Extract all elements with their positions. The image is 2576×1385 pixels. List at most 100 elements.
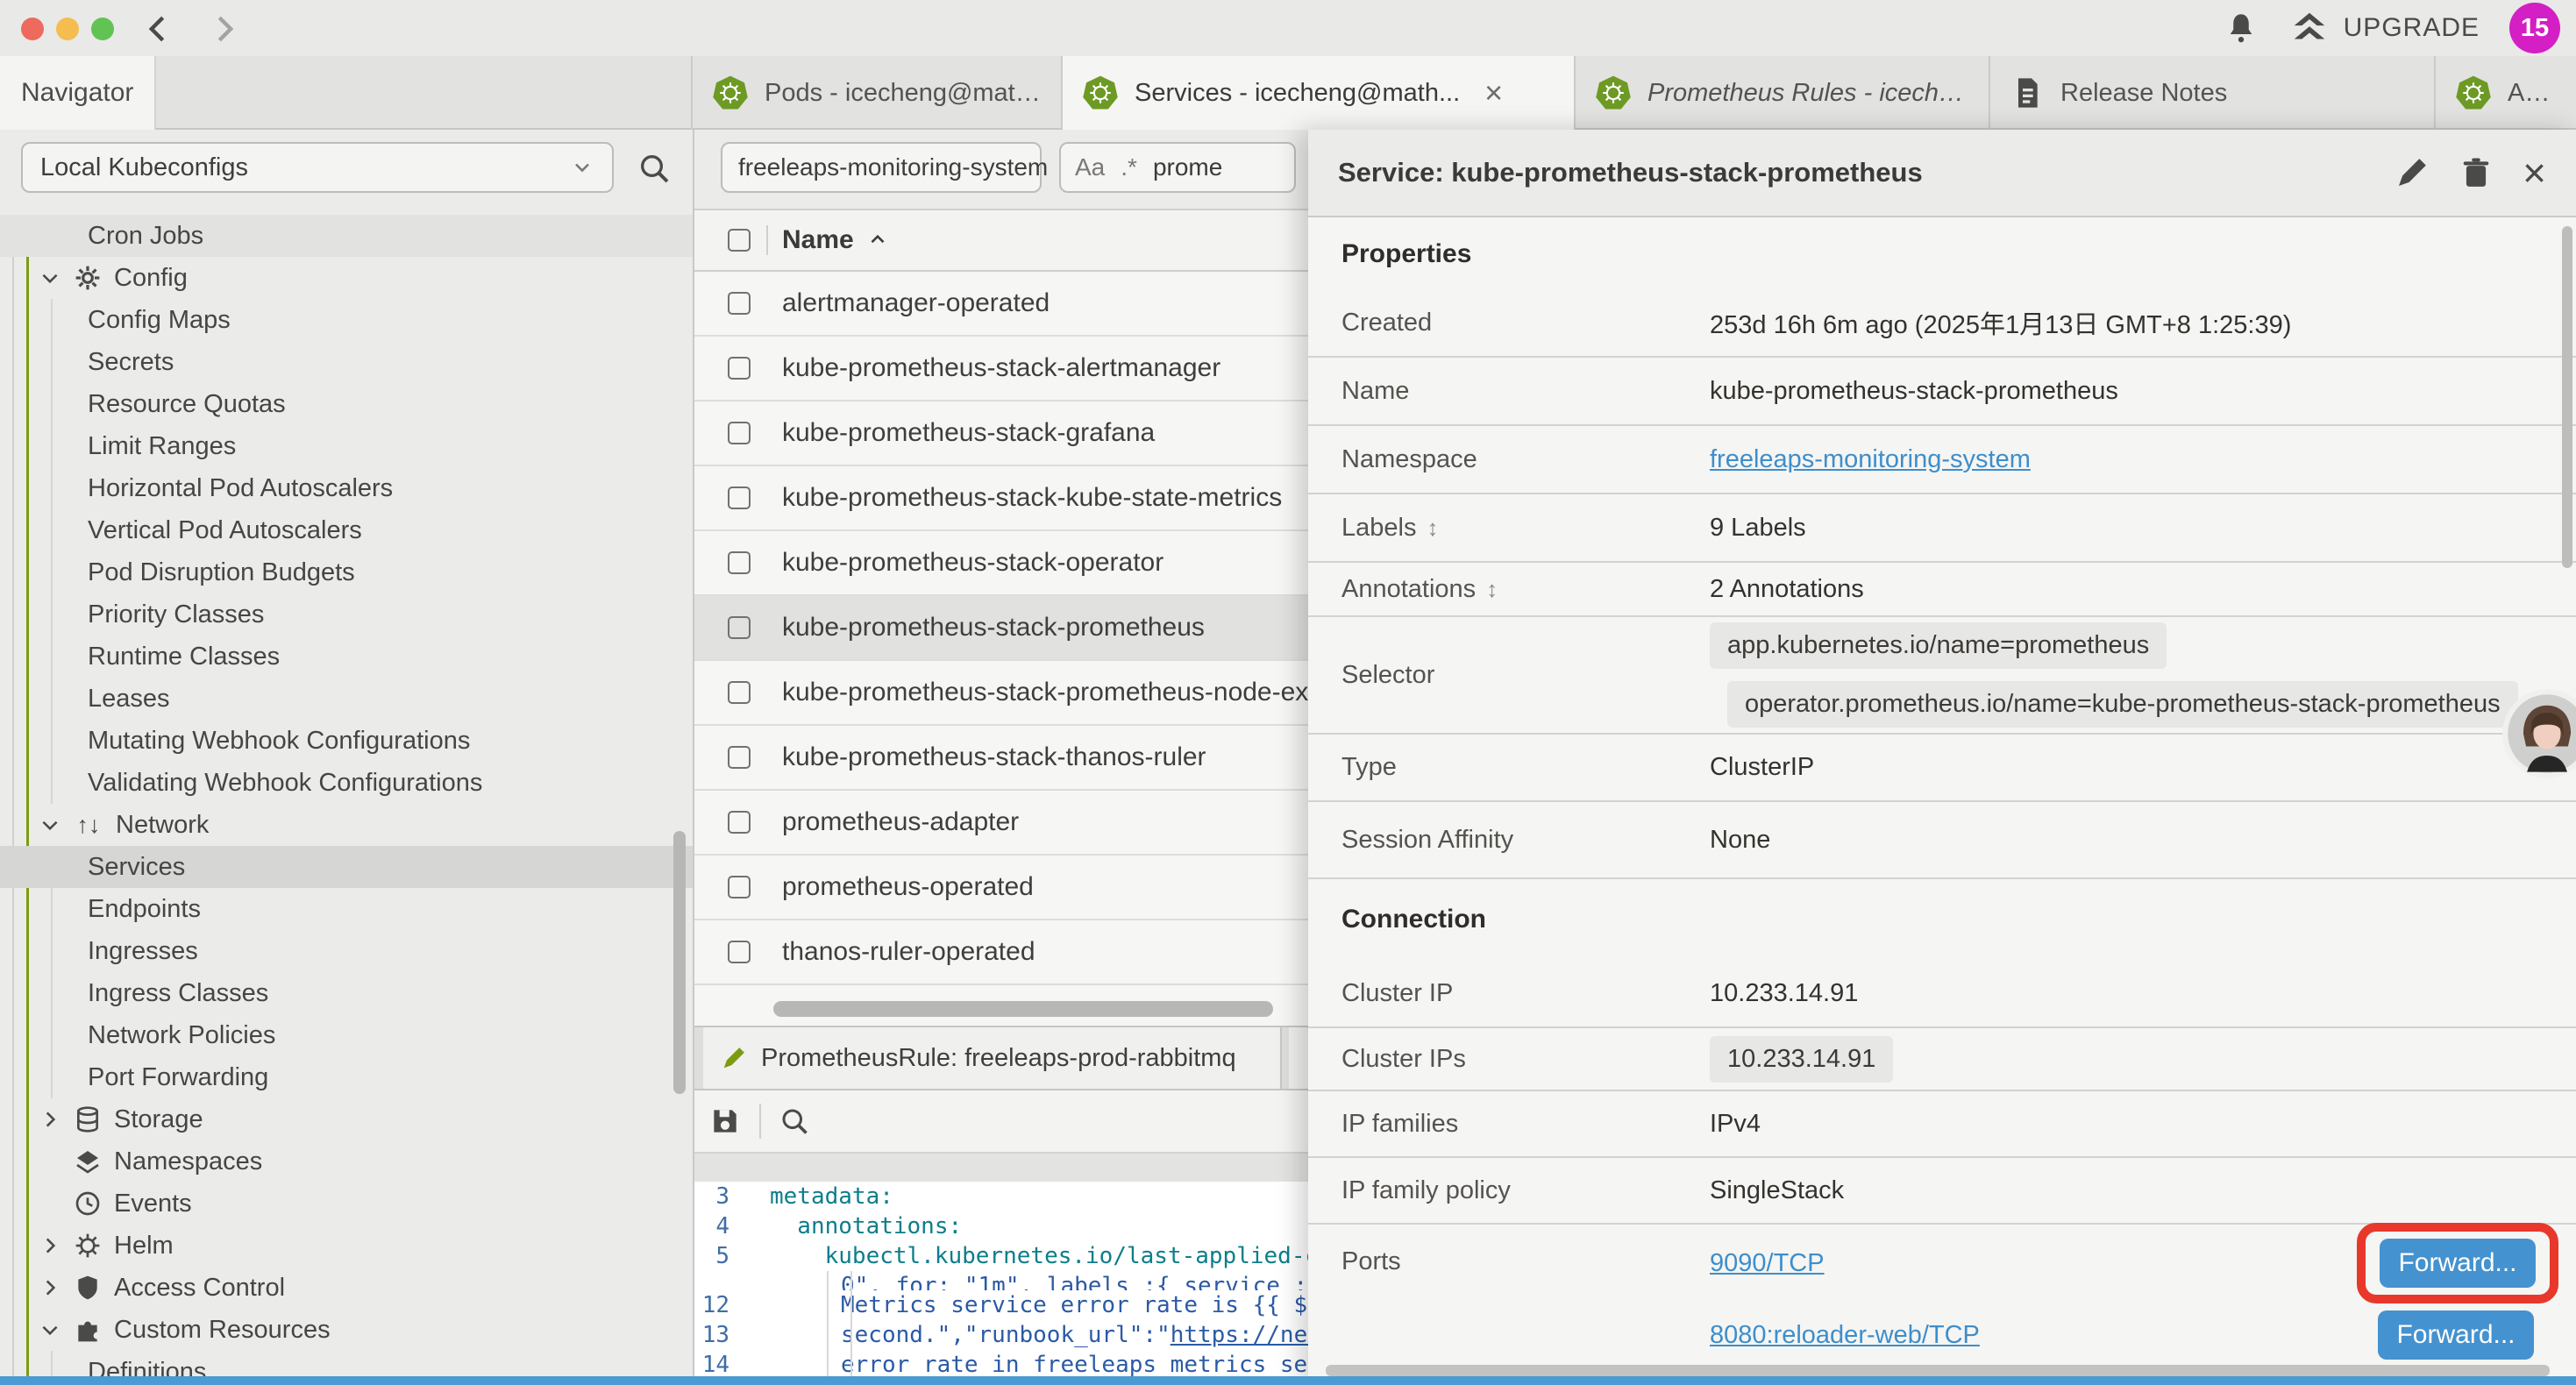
sidebar-scrollbar[interactable]	[673, 831, 686, 1094]
name-column-header[interactable]: Name	[782, 225, 854, 255]
port-9090-link[interactable]: 9090/TCP	[1710, 1249, 1825, 1278]
port-8080-link[interactable]: 8080:reloader-web/TCP	[1710, 1321, 1980, 1350]
sidebar-item-endpoints[interactable]: Endpoints	[0, 888, 693, 930]
user-avatar[interactable]	[2501, 688, 2576, 779]
table-row[interactable]: kube-prometheus-stack-thanos-ruler	[694, 726, 1308, 791]
kubeconfig-select[interactable]: Local Kubeconfigs	[21, 142, 614, 193]
code-line[interactable]: 4 annotations:	[694, 1211, 1308, 1241]
code-line-clipped[interactable]: 0", for: "1m", labels :{ service :	[694, 1271, 1308, 1290]
forward-port-button[interactable]: Forward...	[2380, 1239, 2536, 1288]
table-row[interactable]: alertmanager-operated	[694, 272, 1308, 337]
editor-tab-partial[interactable]	[1289, 1027, 1308, 1089]
sidebar-group-config[interactable]: Config	[0, 257, 693, 299]
sidebar-item-events[interactable]: Events	[0, 1183, 693, 1225]
close-tab-icon[interactable]: ×	[1484, 75, 1503, 111]
sidebar-item-ingresses[interactable]: Ingresses	[0, 930, 693, 972]
sidebar-group-helm[interactable]: Helm	[0, 1225, 693, 1267]
edit-pencil-icon[interactable]	[2395, 155, 2430, 190]
row-checkbox[interactable]	[728, 876, 751, 898]
table-row-selected[interactable]: kube-prometheus-stack-prometheus	[694, 596, 1308, 661]
runbook-url-link[interactable]: https://net	[1171, 1322, 1308, 1348]
sidebar-item-vertical-pod-autoscalers[interactable]: Vertical Pod Autoscalers	[0, 509, 693, 551]
sidebar-item-config-maps[interactable]: Config Maps	[0, 299, 693, 341]
row-checkbox[interactable]	[728, 422, 751, 444]
table-row[interactable]: prometheus-operated	[694, 856, 1308, 920]
sidebar-group-access-control[interactable]: Access Control	[0, 1267, 693, 1309]
sidebar-item-network-policies[interactable]: Network Policies	[0, 1014, 693, 1056]
table-row[interactable]: kube-prometheus-stack-kube-state-metrics	[694, 466, 1308, 531]
sidebar-item-priority-classes[interactable]: Priority Classes	[0, 593, 693, 636]
detail-horizontal-scrollbar[interactable]	[1326, 1365, 2550, 1376]
namespace-link[interactable]: freeleaps-monitoring-system	[1710, 445, 2031, 473]
table-row[interactable]: kube-prometheus-stack-grafana	[694, 401, 1308, 466]
sidebar-item-runtime-classes[interactable]: Runtime Classes	[0, 636, 693, 678]
sort-arrows-icon[interactable]: ↕	[1427, 515, 1438, 542]
tab-prometheus-rules[interactable]: Prometheus Rules - icecheng...	[1574, 56, 1989, 130]
sort-ascending-icon[interactable]	[866, 229, 889, 252]
sidebar-item-limit-ranges[interactable]: Limit Ranges	[0, 425, 693, 467]
tab-pods[interactable]: Pods - icecheng@mathmas...	[691, 56, 1061, 130]
close-window-button[interactable]	[21, 18, 44, 40]
search-input[interactable]	[1153, 153, 1258, 181]
trash-icon[interactable]	[2459, 155, 2493, 190]
code-line[interactable]: 13second.","runbook_url":"https://net	[694, 1320, 1308, 1350]
row-checkbox[interactable]	[728, 292, 751, 315]
list-search-box[interactable]: Aa .*	[1059, 142, 1296, 193]
yaml-editor[interactable]: 3metadata: 4 annotations: 5 kubectl.kube…	[694, 1182, 1308, 1385]
sidebar-item-horizontal-pod-autoscalers[interactable]: Horizontal Pod Autoscalers	[0, 467, 693, 509]
sidebar-item-resource-quotas[interactable]: Resource Quotas	[0, 383, 693, 425]
sidebar-item-cron-jobs[interactable]: Cron Jobs	[0, 215, 693, 257]
match-case-icon[interactable]: Aa	[1075, 153, 1105, 181]
sidebar-group-custom-resources[interactable]: Custom Resources	[0, 1309, 693, 1351]
detail-scrollbar[interactable]	[2562, 226, 2572, 568]
tab-services[interactable]: Services - icecheng@math... ×	[1061, 56, 1574, 130]
bell-icon[interactable]	[2223, 10, 2259, 46]
regex-icon[interactable]: .*	[1121, 153, 1137, 181]
forward-port-button[interactable]: Forward...	[2378, 1310, 2534, 1360]
sidebar-item-namespaces[interactable]: Namespaces	[0, 1140, 693, 1183]
minimize-window-button[interactable]	[56, 18, 79, 40]
sidebar-item-services[interactable]: Services	[0, 846, 693, 888]
select-all-checkbox[interactable]	[728, 229, 751, 252]
table-row[interactable]: thanos-ruler-operated	[694, 920, 1308, 985]
table-row[interactable]: kube-prometheus-stack-operator	[694, 531, 1308, 596]
code-line[interactable]: 5 kubectl.kubernetes.io/last-applied-co	[694, 1241, 1308, 1271]
sidebar-group-network[interactable]: ↑↓ Network	[0, 804, 693, 846]
row-checkbox[interactable]	[728, 811, 751, 834]
namespace-filter-select[interactable]: freeleaps-monitoring-system	[721, 142, 1042, 193]
row-checkbox[interactable]	[728, 551, 751, 574]
forward-arrow-icon[interactable]	[203, 10, 242, 48]
row-checkbox[interactable]	[728, 616, 751, 639]
search-icon[interactable]	[779, 1105, 810, 1137]
sidebar-group-storage[interactable]: Storage	[0, 1098, 693, 1140]
sidebar-item-pod-disruption-budgets[interactable]: Pod Disruption Budgets	[0, 551, 693, 593]
sidebar-item-secrets[interactable]: Secrets	[0, 341, 693, 383]
search-icon[interactable]	[637, 151, 672, 186]
tab-argo[interactable]: Argo Se	[2434, 56, 2576, 130]
tab-release-notes[interactable]: Release Notes	[1989, 56, 2434, 130]
code-line[interactable]: 14error rate in freeleaps metrics ser	[694, 1350, 1308, 1380]
sidebar-item-leases[interactable]: Leases	[0, 678, 693, 720]
row-checkbox[interactable]	[728, 746, 751, 769]
sort-arrows-icon[interactable]: ↕	[1486, 576, 1498, 603]
save-icon[interactable]	[708, 1104, 742, 1138]
code-line[interactable]: 12Metrics service error rate is {{ $va	[694, 1290, 1308, 1320]
sidebar-item-validating-webhook-configurations[interactable]: Validating Webhook Configurations	[0, 762, 693, 804]
navigator-panel-tab[interactable]: Navigator	[0, 56, 156, 130]
notification-count-badge[interactable]: 15	[2509, 3, 2560, 53]
upgrade-button[interactable]: UPGRADE	[2289, 8, 2480, 48]
back-arrow-icon[interactable]	[140, 10, 179, 48]
row-checkbox[interactable]	[728, 681, 751, 704]
editor-tab-prometheusrule[interactable]: PrometheusRule: freeleaps-prod-rabbitmq	[703, 1027, 1282, 1089]
maximize-window-button[interactable]	[91, 18, 114, 40]
sidebar-item-ingress-classes[interactable]: Ingress Classes	[0, 972, 693, 1014]
close-icon[interactable]: ×	[2523, 155, 2546, 190]
sidebar-item-port-forwarding[interactable]: Port Forwarding	[0, 1056, 693, 1098]
table-row[interactable]: kube-prometheus-stack-alertmanager	[694, 337, 1308, 401]
row-checkbox[interactable]	[728, 357, 751, 380]
sidebar-item-mutating-webhook-configurations[interactable]: Mutating Webhook Configurations	[0, 720, 693, 762]
table-row[interactable]: prometheus-adapter	[694, 791, 1308, 856]
row-checkbox[interactable]	[728, 487, 751, 509]
horizontal-scrollbar[interactable]	[773, 1001, 1273, 1017]
table-row[interactable]: kube-prometheus-stack-prometheus-node-ex…	[694, 661, 1308, 726]
